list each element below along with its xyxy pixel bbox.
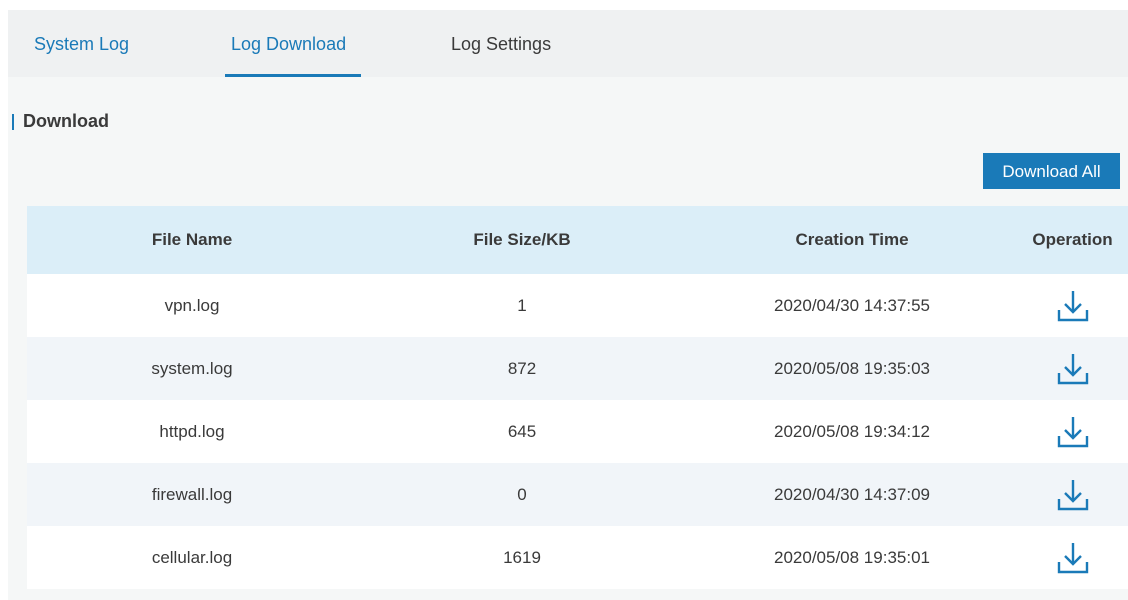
section-accent-bar <box>12 114 14 130</box>
file-size-cell: 645 <box>507 421 537 441</box>
operation-cell <box>1017 526 1128 589</box>
download-icon[interactable] <box>1056 477 1090 513</box>
operation-cell <box>1017 337 1128 400</box>
tab-log-settings[interactable]: Log Settings <box>451 10 551 77</box>
file-name-cell: cellular.log <box>151 547 233 567</box>
operation-cell <box>1017 463 1128 526</box>
file-name-cell: firewall.log <box>151 484 233 504</box>
file-size-cell: 872 <box>507 358 537 378</box>
file-size-cell: 0 <box>517 484 527 504</box>
file-size-cell: 1 <box>517 295 527 315</box>
section-title: Download <box>23 111 109 131</box>
header-operation: Operation <box>1032 230 1113 249</box>
creation-time-cell: 2020/05/08 19:35:03 <box>774 358 930 378</box>
header-file-name: File Name <box>151 230 233 249</box>
active-tab-indicator <box>225 74 361 77</box>
creation-time-cell: 2020/04/30 14:37:55 <box>774 295 930 315</box>
creation-time-cell: 2020/05/08 19:34:12 <box>774 421 930 441</box>
file-size-cell: 1619 <box>503 547 541 567</box>
download-icon[interactable] <box>1056 540 1090 576</box>
file-name-cell: system.log <box>151 358 233 378</box>
table-row: cellular.log 1619 2020/05/08 19:35:01 <box>27 526 1128 589</box>
download-all-button[interactable]: Download All <box>983 153 1120 189</box>
table-row: vpn.log 1 2020/04/30 14:37:55 <box>27 274 1128 337</box>
download-icon[interactable] <box>1056 414 1090 450</box>
file-name-cell: httpd.log <box>159 421 225 441</box>
table-header: File Name File Size/KB Creation Time Ope… <box>27 206 1128 274</box>
table-row: system.log 872 2020/05/08 19:35:03 <box>27 337 1128 400</box>
header-file-size: File Size/KB <box>473 230 571 249</box>
download-icon[interactable] <box>1056 351 1090 387</box>
file-name-cell: vpn.log <box>164 295 220 315</box>
table-row: httpd.log 645 2020/05/08 19:34:12 <box>27 400 1128 463</box>
log-panel: System Log Log Download Log Settings Dow… <box>8 10 1128 600</box>
tab-system-log[interactable]: System Log <box>34 10 129 77</box>
creation-time-cell: 2020/04/30 14:37:09 <box>774 484 930 504</box>
log-file-table: File Name File Size/KB Creation Time Ope… <box>27 206 1128 589</box>
operation-cell <box>1017 274 1128 337</box>
header-creation-time: Creation Time <box>795 230 909 249</box>
tab-log-download[interactable]: Log Download <box>231 10 346 77</box>
operation-cell <box>1017 400 1128 463</box>
tab-bar: System Log Log Download Log Settings <box>8 10 1128 77</box>
download-icon[interactable] <box>1056 288 1090 324</box>
creation-time-cell: 2020/05/08 19:35:01 <box>774 547 930 567</box>
table-row: firewall.log 0 2020/04/30 14:37:09 <box>27 463 1128 526</box>
